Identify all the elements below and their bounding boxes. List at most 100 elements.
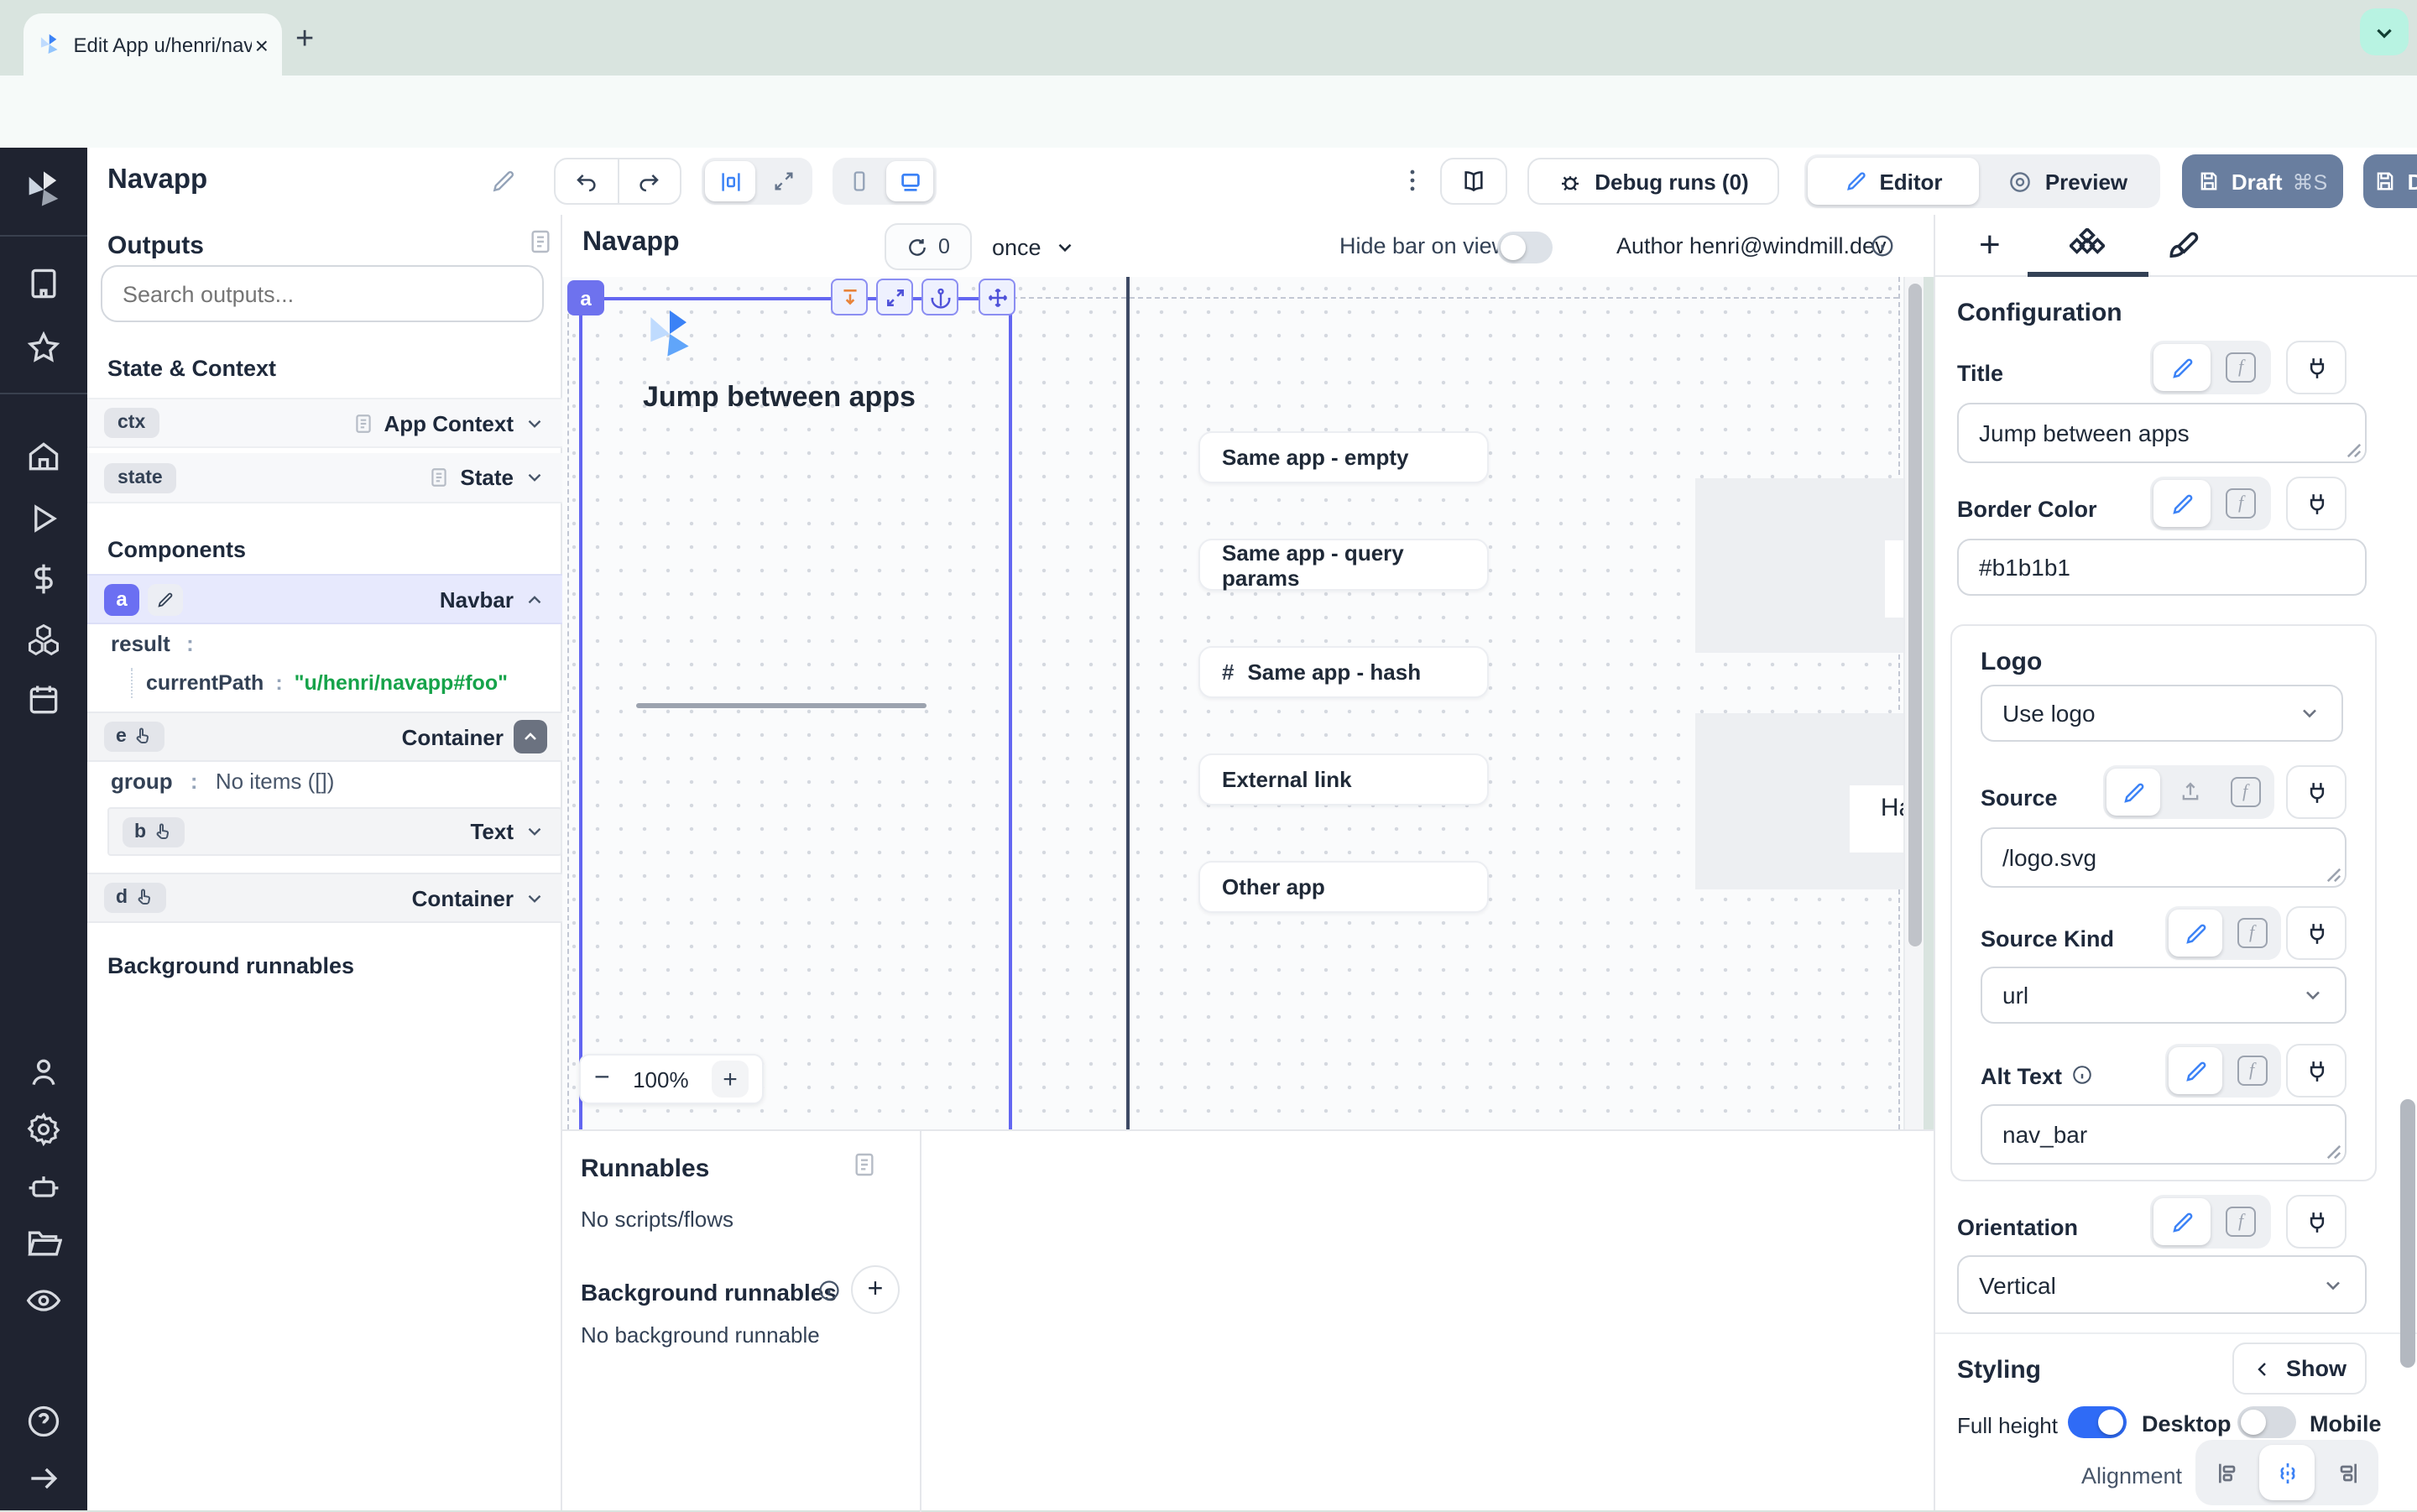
selected-component-badge[interactable]: a	[567, 280, 604, 315]
refresh-button[interactable]: 0	[885, 223, 972, 270]
js-input-button[interactable]: f	[2226, 910, 2278, 957]
config-scrollbar-thumb[interactable]	[2400, 1099, 2415, 1368]
mobile-view-button[interactable]	[836, 161, 883, 201]
redo-button[interactable]	[619, 159, 680, 203]
folders-icon[interactable]	[25, 1225, 62, 1262]
more-menu-icon[interactable]	[1398, 166, 1427, 195]
hash-container[interactable]: Hash: "f	[1695, 713, 1903, 889]
desktop-view-button[interactable]	[886, 161, 933, 201]
docs-button[interactable]	[1440, 158, 1507, 205]
hash-text-box[interactable]: Hash: "f	[1850, 785, 1903, 852]
js-input-button[interactable]: f	[2219, 769, 2271, 816]
tab-preview[interactable]: Preview	[1982, 158, 2153, 205]
resize-grip-icon[interactable]	[2347, 443, 2362, 458]
resize-grip-icon[interactable]	[2326, 1144, 2341, 1160]
chevron-up-icon[interactable]	[524, 588, 546, 610]
help-icon[interactable]	[25, 1403, 62, 1440]
windmill-logo[interactable]	[22, 168, 65, 211]
favorites-star-icon[interactable]	[25, 329, 62, 366]
canvas-scrollbar[interactable]	[1903, 277, 1924, 1129]
component-row-a[interactable]: a Navbar	[87, 574, 562, 624]
browser-tab[interactable]: Edit App u/henri/navapp | Win ×	[23, 13, 282, 76]
insert-component-tab[interactable]: +	[1979, 223, 2001, 267]
static-input-button[interactable]	[2169, 910, 2222, 957]
search-outputs-input[interactable]	[101, 265, 544, 322]
component-row-e[interactable]: e Container	[87, 712, 562, 762]
settings-gear-icon[interactable]	[25, 1111, 62, 1148]
source-kind-select[interactable]: url	[1981, 967, 2347, 1024]
insert-below-button[interactable]	[831, 279, 868, 315]
full-height-toggle[interactable]	[2068, 1406, 2127, 1438]
upload-input-button[interactable]	[2164, 769, 2216, 816]
resources-icon[interactable]	[25, 621, 62, 658]
alt-text-input[interactable]	[1981, 1104, 2347, 1165]
static-input-button[interactable]	[2169, 1047, 2222, 1094]
fullwidth-layout-button[interactable]	[759, 161, 809, 201]
align-center-button[interactable]	[2259, 1445, 2315, 1500]
variables-icon[interactable]	[25, 560, 62, 597]
js-input-button[interactable]: f	[2214, 480, 2268, 527]
static-input-button[interactable]	[2153, 344, 2211, 391]
nav-button-same-app-hash[interactable]: # Same app - hash	[1198, 646, 1489, 698]
chevron-down-icon[interactable]	[524, 467, 546, 488]
add-background-runnable-button[interactable]: +	[851, 1265, 900, 1314]
info-icon[interactable]	[817, 1279, 841, 1302]
static-input-button[interactable]	[2106, 769, 2160, 816]
runnables-doc-icon[interactable]	[851, 1151, 878, 1178]
draft-button[interactable]: Draft ⌘S	[2182, 154, 2343, 208]
home-icon[interactable]	[25, 438, 62, 475]
resize-grip-icon[interactable]	[2326, 868, 2341, 883]
source-connect-button[interactable]	[2286, 765, 2347, 819]
alt-connect-button[interactable]	[2286, 1044, 2347, 1098]
info-icon[interactable]	[2071, 1064, 2093, 1086]
component-row-b[interactable]: b Text	[107, 807, 562, 856]
result-line[interactable]: result :	[111, 631, 194, 656]
component-row-d[interactable]: d Container	[87, 873, 562, 923]
users-icon[interactable]	[25, 1054, 62, 1091]
runs-icon[interactable]	[25, 500, 62, 537]
js-input-button[interactable]: f	[2226, 1047, 2278, 1094]
zoom-out-button[interactable]: −	[594, 1064, 610, 1094]
hide-bar-toggle[interactable]	[1497, 232, 1553, 263]
query-params-text-box[interactable]: Query params {}	[1885, 540, 1903, 618]
anchor-component-button[interactable]	[921, 279, 958, 315]
js-input-button[interactable]: f	[2214, 344, 2268, 391]
styling-show-button[interactable]: Show	[2232, 1343, 2367, 1395]
nav-button-query-params[interactable]: Same app - query params	[1198, 539, 1489, 591]
js-input-button[interactable]: f	[2214, 1198, 2268, 1245]
collapse-e-button[interactable]	[514, 720, 547, 753]
expand-component-button[interactable]	[876, 279, 913, 315]
chevron-down-icon[interactable]	[524, 821, 546, 842]
component-settings-tab[interactable]	[2070, 228, 2105, 263]
output-row-state[interactable]: state State	[87, 453, 562, 503]
tab-editor[interactable]: Editor	[1808, 158, 1979, 205]
static-input-button[interactable]	[2153, 1198, 2211, 1245]
currentpath-line[interactable]: currentPath : "u/henri/navapp#foo"	[131, 668, 508, 698]
chevron-down-icon[interactable]	[524, 887, 546, 909]
rename-pencil-icon[interactable]	[490, 168, 517, 195]
app-canvas[interactable]: a Jump between apps Same app - empty Sam…	[562, 277, 1903, 1129]
schedules-icon[interactable]	[25, 681, 62, 718]
workspace-icon[interactable]	[25, 265, 62, 302]
tab-close-icon[interactable]: ×	[255, 31, 269, 58]
source-kind-connect-button[interactable]	[2286, 906, 2347, 960]
source-input[interactable]	[1981, 827, 2347, 888]
output-row-ctx[interactable]: ctx App Context	[87, 398, 562, 448]
outputs-doc-icon[interactable]	[527, 228, 554, 255]
group-line[interactable]: group : No items ([])	[111, 769, 334, 794]
info-icon[interactable]	[1870, 233, 1895, 258]
border-connect-button[interactable]	[2286, 477, 2347, 530]
undo-button[interactable]	[556, 159, 619, 203]
audit-eye-icon[interactable]	[25, 1282, 62, 1319]
refresh-mode-select[interactable]: once	[992, 223, 1077, 270]
query-params-container[interactable]: Query params {}	[1695, 478, 1903, 653]
orientation-select[interactable]: Vertical	[1957, 1255, 2367, 1314]
nav-button-external-link[interactable]: External link	[1198, 753, 1489, 806]
title-input[interactable]	[1957, 403, 2367, 463]
static-input-button[interactable]	[2153, 480, 2211, 527]
orientation-connect-button[interactable]	[2286, 1195, 2347, 1249]
chevron-down-icon[interactable]	[524, 412, 546, 434]
centered-layout-button[interactable]	[705, 161, 755, 201]
logo-select[interactable]: Use logo	[1981, 685, 2343, 742]
deploy-button[interactable]: Deploy	[2363, 154, 2417, 208]
